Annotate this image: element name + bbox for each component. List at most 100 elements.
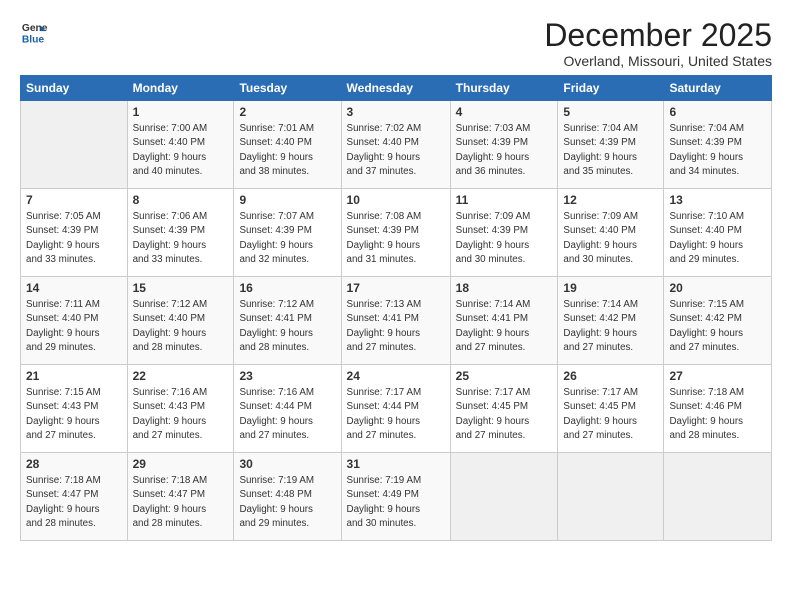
day-number: 19 <box>563 281 658 295</box>
table-row: 28Sunrise: 7:18 AM Sunset: 4:47 PM Dayli… <box>21 453 128 541</box>
month-title: December 2025 <box>544 18 772 53</box>
day-info: Sunrise: 7:19 AM Sunset: 4:49 PM Dayligh… <box>347 474 445 531</box>
day-number: 3 <box>347 105 445 119</box>
col-sunday: Sunday <box>21 76 128 101</box>
day-number: 18 <box>456 281 553 295</box>
day-info: Sunrise: 7:14 AM Sunset: 4:42 PM Dayligh… <box>563 298 658 355</box>
table-row: 18 Sunrise: 7:14 AM Sunset: 4:41 PM Dayli… <box>450 277 558 365</box>
table-row: 6Sunrise: 7:04 AM Sunset: 4:39 PM Daylig… <box>664 101 772 189</box>
day-info: Sunrise: 7:09 AM Sunset: 4:39 PM Dayligh… <box>456 210 553 267</box>
day-info: Sunrise: 7:15 AM Sunset: 4:42 PM Dayligh… <box>669 298 766 355</box>
calendar-header-row: Sunday Monday Tuesday Wednesday Thursday… <box>21 76 772 101</box>
day-number: 13 <box>669 193 766 207</box>
table-row: 8 Sunrise: 7:06 AM Sunset: 4:39 PM Daylig… <box>127 189 234 277</box>
day-number: 31 <box>347 457 445 471</box>
table-row: 30Sunrise: 7:19 AM Sunset: 4:48 PM Dayli… <box>234 453 341 541</box>
table-row: 1 Sunrise: 7:00 AM Sunset: 4:40 PM Daylig… <box>127 101 234 189</box>
day-info: Sunrise: 7:14 AM Sunset: 4:41 PM Dayligh… <box>456 298 553 355</box>
day-info: Sunrise: 7:18 AM Sunset: 4:46 PM Dayligh… <box>669 386 766 443</box>
day-info: Sunrise: 7:13 AM Sunset: 4:41 PM Dayligh… <box>347 298 445 355</box>
col-monday: Monday <box>127 76 234 101</box>
day-number: 1 <box>133 105 229 119</box>
col-tuesday: Tuesday <box>234 76 341 101</box>
day-number: 29 <box>133 457 229 471</box>
day-info: Sunrise: 7:17 AM Sunset: 4:45 PM Dayligh… <box>563 386 658 443</box>
day-number: 26 <box>563 369 658 383</box>
table-row: 29 Sunrise: 7:18 AM Sunset: 4:47 PM Dayli… <box>127 453 234 541</box>
day-info: Sunrise: 7:19 AM Sunset: 4:48 PM Dayligh… <box>239 474 335 531</box>
logo: General Blue <box>20 18 48 46</box>
day-number: 24 <box>347 369 445 383</box>
day-info: Sunrise: 7:09 AM Sunset: 4:40 PM Dayligh… <box>563 210 658 267</box>
day-info: Sunrise: 7:11 AM Sunset: 4:40 PM Dayligh… <box>26 298 122 355</box>
table-row: 15 Sunrise: 7:12 AM Sunset: 4:40 PM Dayli… <box>127 277 234 365</box>
table-row: 12 Sunrise: 7:09 AM Sunset: 4:40 PM Dayli… <box>558 189 664 277</box>
day-number: 22 <box>133 369 229 383</box>
day-info: Sunrise: 7:04 AM Sunset: 4:39 PM Dayligh… <box>563 122 658 179</box>
table-row: 21 Sunrise: 7:15 AM Sunset: 4:43 PM Dayli… <box>21 365 128 453</box>
day-info: Sunrise: 7:08 AM Sunset: 4:39 PM Dayligh… <box>347 210 445 267</box>
calendar-week-row: 21 Sunrise: 7:15 AM Sunset: 4:43 PM Dayli… <box>21 365 772 453</box>
day-number: 8 <box>133 193 229 207</box>
day-number: 9 <box>239 193 335 207</box>
svg-text:General: General <box>22 23 48 34</box>
calendar-table: Sunday Monday Tuesday Wednesday Thursday… <box>20 75 772 541</box>
day-info: Sunrise: 7:15 AM Sunset: 4:43 PM Dayligh… <box>26 386 122 443</box>
calendar-week-row: 1 Sunrise: 7:00 AM Sunset: 4:40 PM Daylig… <box>21 101 772 189</box>
table-row: 20Sunrise: 7:15 AM Sunset: 4:42 PM Dayli… <box>664 277 772 365</box>
day-info: Sunrise: 7:12 AM Sunset: 4:41 PM Dayligh… <box>239 298 335 355</box>
logo-icon: General Blue <box>20 18 48 46</box>
page-header: General Blue December 2025 Overland, Mis… <box>20 18 772 69</box>
table-row <box>21 101 128 189</box>
table-row: 31 Sunrise: 7:19 AM Sunset: 4:49 PM Dayli… <box>341 453 450 541</box>
calendar-week-row: 28 Sunrise: 7:18 AM Sunset: 4:47 PM Dayli… <box>21 453 772 541</box>
day-number: 7 <box>26 193 122 207</box>
table-row: 13 Sunrise: 7:10 AM Sunset: 4:40 PM Dayli… <box>664 189 772 277</box>
day-number: 2 <box>239 105 335 119</box>
day-info: Sunrise: 7:18 AM Sunset: 4:47 PM Dayligh… <box>133 474 229 531</box>
day-info: Sunrise: 7:04 AM Sunset: 4:39 PM Dayligh… <box>669 122 766 179</box>
day-info: Sunrise: 7:16 AM Sunset: 4:44 PM Dayligh… <box>239 386 335 443</box>
calendar-week-row: 14Sunrise: 7:11 AM Sunset: 4:40 PM Dayli… <box>21 277 772 365</box>
col-wednesday: Wednesday <box>341 76 450 101</box>
day-info: Sunrise: 7:00 AM Sunset: 4:40 PM Dayligh… <box>133 122 229 179</box>
table-row: 16Sunrise: 7:12 AM Sunset: 4:41 PM Dayli… <box>234 277 341 365</box>
day-number: 17 <box>347 281 445 295</box>
svg-text:Blue: Blue <box>22 34 45 45</box>
day-info: Sunrise: 7:01 AM Sunset: 4:40 PM Dayligh… <box>239 122 335 179</box>
table-row: 27Sunrise: 7:18 AM Sunset: 4:46 PM Dayli… <box>664 365 772 453</box>
day-info: Sunrise: 7:12 AM Sunset: 4:40 PM Dayligh… <box>133 298 229 355</box>
day-number: 28 <box>26 457 122 471</box>
table-row <box>558 453 664 541</box>
table-row <box>450 453 558 541</box>
table-row: 5Sunrise: 7:04 AM Sunset: 4:39 PM Daylig… <box>558 101 664 189</box>
col-thursday: Thursday <box>450 76 558 101</box>
table-row: 26 Sunrise: 7:17 AM Sunset: 4:45 PM Dayli… <box>558 365 664 453</box>
day-info: Sunrise: 7:16 AM Sunset: 4:43 PM Dayligh… <box>133 386 229 443</box>
title-block: December 2025 Overland, Missouri, United… <box>544 18 772 69</box>
day-number: 12 <box>563 193 658 207</box>
day-number: 21 <box>26 369 122 383</box>
table-row: 3Sunrise: 7:02 AM Sunset: 4:40 PM Daylig… <box>341 101 450 189</box>
day-number: 23 <box>239 369 335 383</box>
col-saturday: Saturday <box>664 76 772 101</box>
table-row: 10 Sunrise: 7:08 AM Sunset: 4:39 PM Dayli… <box>341 189 450 277</box>
table-row: 25Sunrise: 7:17 AM Sunset: 4:45 PM Dayli… <box>450 365 558 453</box>
table-row: 14Sunrise: 7:11 AM Sunset: 4:40 PM Dayli… <box>21 277 128 365</box>
table-row: 17 Sunrise: 7:13 AM Sunset: 4:41 PM Dayli… <box>341 277 450 365</box>
col-friday: Friday <box>558 76 664 101</box>
day-number: 25 <box>456 369 553 383</box>
table-row: 11 Sunrise: 7:09 AM Sunset: 4:39 PM Dayli… <box>450 189 558 277</box>
table-row: 19 Sunrise: 7:14 AM Sunset: 4:42 PM Dayli… <box>558 277 664 365</box>
day-info: Sunrise: 7:06 AM Sunset: 4:39 PM Dayligh… <box>133 210 229 267</box>
day-number: 10 <box>347 193 445 207</box>
day-number: 11 <box>456 193 553 207</box>
day-info: Sunrise: 7:10 AM Sunset: 4:40 PM Dayligh… <box>669 210 766 267</box>
table-row <box>664 453 772 541</box>
location-title: Overland, Missouri, United States <box>544 53 772 69</box>
table-row: 22 Sunrise: 7:16 AM Sunset: 4:43 PM Dayli… <box>127 365 234 453</box>
day-info: Sunrise: 7:07 AM Sunset: 4:39 PM Dayligh… <box>239 210 335 267</box>
day-number: 15 <box>133 281 229 295</box>
table-row: 4Sunrise: 7:03 AM Sunset: 4:39 PM Daylig… <box>450 101 558 189</box>
day-info: Sunrise: 7:17 AM Sunset: 4:44 PM Dayligh… <box>347 386 445 443</box>
